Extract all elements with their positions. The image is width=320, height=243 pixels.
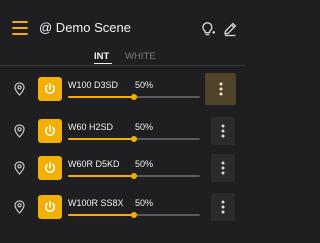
light-level: 50% [135,122,154,132]
power-icon [44,161,56,173]
brightness-slider[interactable] [68,212,200,218]
slider-thumb[interactable] [131,94,137,100]
light-row: W60R D5KD 50% [0,152,245,184]
power-icon [44,82,56,94]
more-options-button[interactable] [211,154,235,182]
power-button[interactable] [38,119,62,143]
light-level: 50% [135,159,154,169]
location-pin-icon[interactable] [14,124,25,138]
more-options-button[interactable] [205,73,236,105]
more-vertical-icon [221,160,225,177]
location-pin-icon[interactable] [14,82,25,96]
power-button[interactable] [38,156,62,180]
tab-int-underline [94,63,112,64]
pencil-icon[interactable] [222,21,238,37]
power-button[interactable] [38,77,62,101]
light-name: W100R SS8X [68,198,124,208]
light-name: W100 D3SD [68,80,119,90]
light-level: 50% [135,198,154,208]
power-icon [44,200,56,212]
light-row: W100R SS8X 50% [0,191,245,223]
slider-fill [68,214,134,216]
slider-thumb[interactable] [131,212,137,218]
slider-thumb[interactable] [131,136,137,142]
page-title: @ Demo Scene [39,20,131,35]
slider-fill [68,175,134,177]
slider-fill [68,96,134,98]
more-vertical-icon [221,199,225,216]
power-icon [44,124,56,136]
menu-icon[interactable] [12,21,28,35]
slider-thumb[interactable] [131,173,137,179]
tabs-divider [0,65,245,66]
tab-white[interactable]: WHITE [125,51,156,62]
light-row: W60 H2SD 50% [0,115,245,147]
light-level: 50% [135,80,154,90]
more-options-button[interactable] [211,117,235,145]
mode-tabs: INT WHITE [0,47,245,65]
more-vertical-icon [221,123,225,140]
slider-fill [68,138,134,140]
location-pin-icon[interactable] [14,200,25,214]
light-name: W60 H2SD [68,122,114,132]
app-header: @ Demo Scene [0,0,245,46]
more-options-button[interactable] [211,193,235,221]
more-vertical-icon [219,81,222,98]
light-name: W60R D5KD [68,159,120,169]
light-row: W100 D3SD 50% [0,73,245,105]
brightness-slider[interactable] [68,173,200,179]
location-pin-icon[interactable] [14,161,25,175]
brightness-slider[interactable] [68,94,200,100]
brightness-slider[interactable] [68,136,200,142]
lightbulb-add-icon[interactable] [200,21,216,37]
power-button[interactable] [38,195,62,219]
tab-int[interactable]: INT [94,51,109,62]
